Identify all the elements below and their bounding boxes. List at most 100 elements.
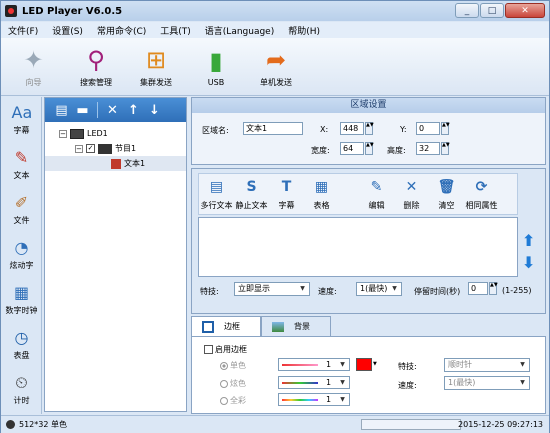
menu-settings[interactable]: 设置(S) xyxy=(45,24,90,37)
chevron-down-icon: ▼ xyxy=(340,379,345,386)
speed-select[interactable]: 1(最快) ▼ xyxy=(356,282,402,296)
delete-button[interactable]: ✕ 删除 xyxy=(394,174,429,214)
image-icon xyxy=(272,321,284,332)
height-input[interactable]: 32 xyxy=(416,142,440,155)
clear-button[interactable]: 🗑 清空 xyxy=(429,174,464,214)
title-bar[interactable]: LED Player V6.0.5 _ □ ✕ xyxy=(1,1,549,21)
stay-time-input[interactable]: 0 xyxy=(468,282,488,295)
tab-background[interactable]: 背景 xyxy=(261,316,331,336)
usb-button[interactable]: ▮ USB xyxy=(186,38,246,96)
search-manage-button[interactable]: ⚲ 搜索管理 xyxy=(66,38,126,96)
main-toolbar: ✦ 向导 ⚲ 搜索管理 ⊞ 集群发送 ▮ USB ➦ 单机发送 xyxy=(1,38,549,96)
file-button[interactable]: ✐ 文件 xyxy=(1,187,42,232)
region-settings-title: 区域设置 xyxy=(192,98,545,113)
digital-clock-button[interactable]: ▦ 数字时钟 xyxy=(1,277,42,322)
minimize-button[interactable]: _ xyxy=(455,3,479,18)
height-spinner[interactable]: ▲▼ xyxy=(441,142,450,155)
border-mode-full[interactable]: 全彩 xyxy=(220,395,246,406)
collapse-icon[interactable]: − xyxy=(59,129,67,138)
chevron-down-icon: ▼ xyxy=(520,379,525,386)
stay-time-spinner[interactable]: ▲▼ xyxy=(489,282,498,295)
collapse-icon[interactable]: − xyxy=(75,144,83,153)
border-style-dazzle-select[interactable]: 1 ▼ xyxy=(278,376,350,389)
width-spinner[interactable]: ▲▼ xyxy=(365,142,374,155)
wizard-icon: ✦ xyxy=(23,46,44,74)
status-progress xyxy=(361,419,461,430)
tree-toolbar: ▤ ▬ ✕ ↑ ↓ xyxy=(45,98,186,122)
close-button[interactable]: ✕ xyxy=(505,3,545,18)
clapper-icon xyxy=(98,143,112,154)
width-input[interactable]: 64 xyxy=(340,142,364,155)
border-panel: 启用边框 单色 炫色 全彩 1 ▼ ▼ 1 ▼ 1 ▼ 特技: 顺时针 ▼ 速度… xyxy=(191,336,546,414)
maximize-button[interactable]: □ xyxy=(480,3,504,18)
arrow-up-icon[interactable]: ↑ xyxy=(125,102,142,119)
program-tree-panel: ▤ ▬ ✕ ↑ ↓ − LED1 − ✓ 节目1 文本1 xyxy=(44,97,187,412)
timer-button[interactable]: ⏲ 计时 xyxy=(1,367,42,412)
border-mode-single[interactable]: 单色 xyxy=(220,360,246,371)
enable-border-checkbox[interactable]: 启用边框 xyxy=(204,344,247,355)
move-down-icon[interactable]: ⬇ xyxy=(522,253,535,272)
same-attribute-button[interactable]: ⟳ 相同属性 xyxy=(464,174,499,214)
border-style-single-select[interactable]: 1 ▼ xyxy=(278,358,350,371)
screen-status-icon xyxy=(6,420,15,429)
y-spinner[interactable]: ▲▼ xyxy=(441,122,450,135)
menu-language[interactable]: 语言(Language) xyxy=(198,24,281,37)
multiline-text-button[interactable]: ▤ 多行文本 xyxy=(199,174,234,214)
x-spinner[interactable]: ▲▼ xyxy=(365,122,374,135)
menu-commands[interactable]: 常用命令(C) xyxy=(90,24,153,37)
tree-node-screen[interactable]: − LED1 xyxy=(45,126,186,141)
window-title: LED Player V6.0.5 xyxy=(22,5,123,17)
menu-help[interactable]: 帮助(H) xyxy=(281,24,327,37)
effect-select[interactable]: 立即显示 ▼ xyxy=(234,282,310,296)
radio-icon xyxy=(220,396,228,405)
timer-icon: ⏲ xyxy=(15,373,28,392)
delete-icon[interactable]: ✕ xyxy=(104,102,121,119)
search-icon: ⚲ xyxy=(87,46,105,74)
cluster-send-button[interactable]: ⊞ 集群发送 xyxy=(126,38,186,96)
static-text-button[interactable]: S 静止文本 xyxy=(234,174,269,214)
chevron-down-icon: ▼ xyxy=(340,361,345,368)
border-tab-icon xyxy=(202,320,214,333)
tree-node-program[interactable]: − ✓ 节目1 xyxy=(45,141,186,156)
border-speed-select[interactable]: 1(最快) ▼ xyxy=(444,376,530,390)
text-icon: ✎ xyxy=(14,148,29,167)
border-color-swatch[interactable] xyxy=(356,358,372,371)
arrow-down-icon[interactable]: ↓ xyxy=(146,102,163,119)
x-input[interactable]: 448 xyxy=(340,122,364,135)
radio-icon xyxy=(220,379,228,388)
single-send-button[interactable]: ➦ 单机发送 xyxy=(246,38,306,96)
border-effect-select[interactable]: 顺时针 ▼ xyxy=(444,358,530,372)
border-style-full-select[interactable]: 1 ▼ xyxy=(278,393,350,406)
edit-icon: ✎ xyxy=(370,178,383,195)
menu-file[interactable]: 文件(F) xyxy=(1,24,45,37)
editor-toolbar: ▤ 多行文本 S 静止文本 T 字幕 ▦ 表格 ✎ 编辑 ✕ 删除 🗑 清空 ⟳ 相同属性 xyxy=(198,173,518,215)
text-button[interactable]: ✎ 文本 xyxy=(1,142,42,187)
text-list-area[interactable] xyxy=(198,217,518,277)
monitor-icon[interactable]: ▬ xyxy=(74,102,91,119)
app-icon xyxy=(5,5,17,17)
checkbox-icon xyxy=(204,345,213,354)
tab-border[interactable]: 边框 xyxy=(191,316,261,336)
dazzle-text-button[interactable]: ◔ 炫动字 xyxy=(1,232,42,277)
y-input[interactable]: 0 xyxy=(416,122,440,135)
region-name-input[interactable]: 文本1 xyxy=(243,122,303,135)
radio-checked-icon xyxy=(220,361,228,370)
subtitle-text-icon: T xyxy=(281,178,292,195)
edit-button[interactable]: ✎ 编辑 xyxy=(359,174,394,214)
table-button[interactable]: ▦ 表格 xyxy=(304,174,339,214)
film-icon[interactable]: ▤ xyxy=(53,102,70,119)
menu-tools[interactable]: 工具(T) xyxy=(153,24,198,37)
subtitle-button[interactable]: Aa 字幕 xyxy=(1,97,42,142)
tree-node-text[interactable]: 文本1 xyxy=(45,156,186,171)
program-tree: − LED1 − ✓ 节目1 文本1 xyxy=(45,122,186,171)
chevron-down-icon: ▼ xyxy=(392,285,397,292)
subtitle-text-button[interactable]: T 字幕 xyxy=(269,174,304,214)
main-window: LED Player V6.0.5 _ □ ✕ 文件(F) 设置(S) 常用命令… xyxy=(0,0,550,433)
move-up-icon[interactable]: ⬆ xyxy=(522,231,535,250)
color-dropdown-icon[interactable]: ▼ xyxy=(373,361,377,367)
dial-button[interactable]: ◷ 表盘 xyxy=(1,322,42,367)
wizard-button[interactable]: ✦ 向导 xyxy=(1,38,66,96)
border-mode-dazzle[interactable]: 炫色 xyxy=(220,378,246,389)
dazzle-icon: ◔ xyxy=(14,238,29,257)
checkbox-checked-icon[interactable]: ✓ xyxy=(86,144,95,153)
